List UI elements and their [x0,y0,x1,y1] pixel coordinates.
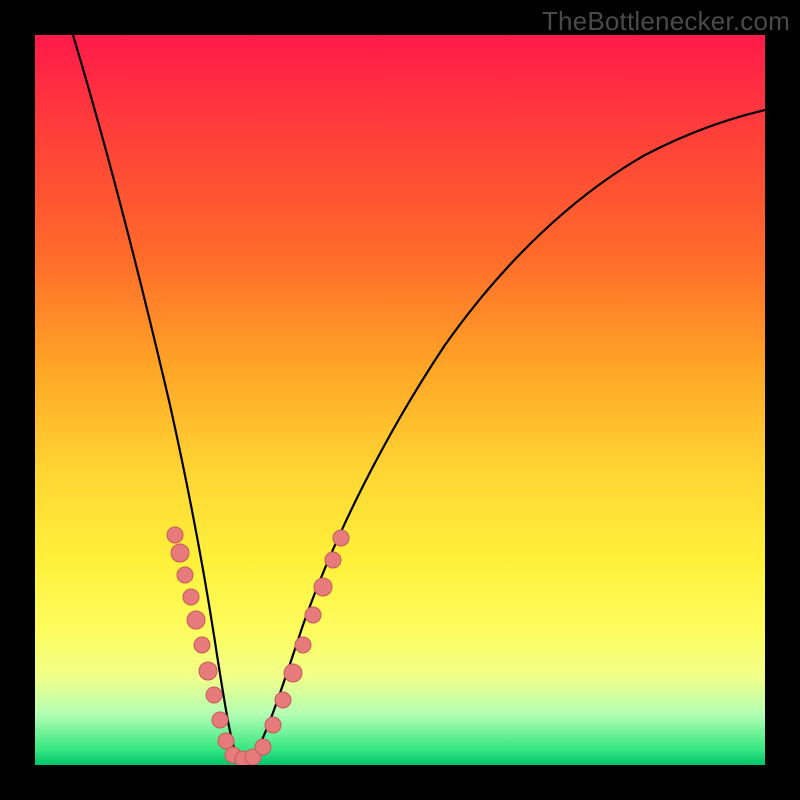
data-dot [284,664,302,682]
data-dot [255,739,271,755]
data-dot [177,567,193,583]
data-dot [171,544,189,562]
data-dot [194,637,210,653]
data-dot [187,611,205,629]
watermark-text: TheBottlenecker.com [542,6,790,37]
data-dot [295,637,311,653]
bottleneck-curve [73,35,765,762]
data-dot [206,687,222,703]
data-dot [275,692,291,708]
data-dot [314,578,332,596]
curve-svg [35,35,765,765]
plot-area [35,35,765,765]
data-dot [199,662,217,680]
data-dot [265,717,281,733]
chart-frame: TheBottlenecker.com [0,0,800,800]
data-dot [305,607,321,623]
data-dot [218,733,234,749]
data-dot [183,589,199,605]
data-dot [325,552,341,568]
data-dot [333,530,349,546]
data-dot [212,712,228,728]
data-dot [167,527,183,543]
